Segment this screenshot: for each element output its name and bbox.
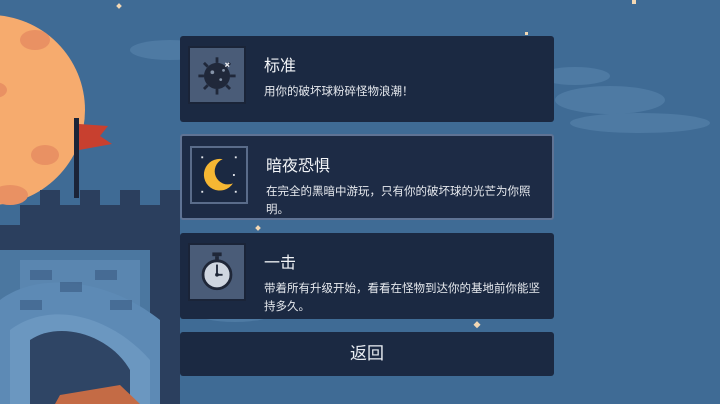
- crescent-moon-icon-box: [190, 146, 248, 204]
- flag: [74, 118, 112, 198]
- mode-card-night-fear[interactable]: 暗夜恐惧 在完全的黑暗中游玩，只有你的破坏球的光芒为你照明。: [180, 134, 554, 220]
- back-button[interactable]: 返回: [180, 332, 554, 376]
- stopwatch-icon: [201, 252, 233, 291]
- mode-title-one-hit: 一击: [264, 253, 297, 272]
- stopwatch-icon-box: [188, 243, 246, 301]
- wrecking-ball-icon-box: [188, 46, 246, 104]
- mode-description-one-hit: 带着所有升级开始，看看在怪物到达你的基地前你能坚持多久。: [264, 281, 540, 313]
- mode-description-night-fear: 在完全的黑暗中游玩，只有你的破坏球的光芒为你照明。: [266, 184, 531, 216]
- wrecking-ball-icon: [198, 57, 236, 95]
- moon: [0, 15, 85, 205]
- mode-title-standard: 标准: [264, 56, 297, 75]
- castle-tower: [0, 190, 180, 404]
- mode-card-one-hit[interactable]: 一击 带着所有升级开始，看看在怪物到达你的基地前你能坚持多久。: [180, 233, 554, 319]
- crescent-moon-icon: [201, 156, 237, 193]
- mode-card-standard[interactable]: 标准 用你的破坏球粉碎怪物浪潮！: [180, 36, 554, 122]
- mode-title-night-fear: 暗夜恐惧: [266, 156, 331, 175]
- mode-description-standard: 用你的破坏球粉碎怪物浪潮！: [264, 84, 414, 98]
